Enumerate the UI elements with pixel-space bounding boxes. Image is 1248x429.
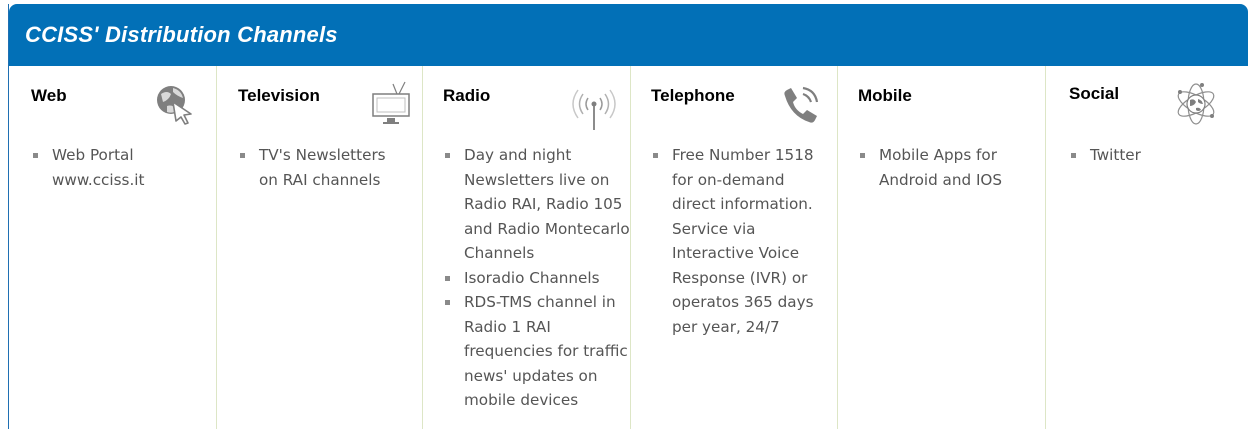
list-item: RDS-TMS channel in Radio 1 RAI frequenci… — [445, 290, 633, 413]
channel-title: Telephone — [651, 86, 735, 105]
bullet-list: TV's Newsletters on RAI channels — [240, 143, 405, 192]
tv-icon — [372, 81, 410, 124]
channel-social: Social Twitter — [1046, 66, 1248, 429]
channel-title: Social — [1069, 84, 1120, 103]
list-item: Twitter — [1071, 143, 1221, 168]
channel-telephone: Telephone Free Number 1518 for on-demand… — [631, 66, 838, 429]
channel-title: Radio — [443, 86, 491, 105]
list-item: Day and night Newsletters live on Radio … — [445, 143, 633, 266]
phone-icon — [784, 86, 819, 123]
channel-radio: Radio Day and night Newsletters live on … — [423, 66, 631, 429]
channel-title: Web — [31, 86, 67, 105]
channel-title: Television — [238, 86, 320, 105]
channels-panel: CCISS' Distribution Channels Web Web Por… — [8, 4, 1248, 429]
list-item: Free Number 1518 for on-demand direct in… — [653, 143, 831, 339]
bullet-list: Day and night Newsletters live on Radio … — [445, 143, 633, 413]
channel-title: Mobile — [858, 86, 912, 105]
list-item: Web Portal www.cciss.it — [33, 143, 193, 192]
bullet-list: Twitter — [1071, 143, 1221, 168]
bullet-list: Mobile Apps for Android and IOS — [860, 143, 1040, 192]
panel-title: CCISS' Distribution Channels — [25, 22, 338, 47]
channels-grid: Web Web Portal www.cciss.it Television T… — [9, 66, 1248, 429]
channel-mobile: Mobile Mobile Apps for Android and IOS — [838, 66, 1046, 429]
bullet-list: Web Portal www.cciss.it — [33, 143, 193, 192]
list-item: TV's Newsletters on RAI channels — [240, 143, 405, 192]
bullet-list: Free Number 1518 for on-demand direct in… — [653, 143, 831, 339]
panel-header: CCISS' Distribution Channels — [9, 4, 1248, 66]
channel-television: Television TV's Newsletters on RAI chann… — [217, 66, 423, 429]
radio-antenna-icon — [572, 89, 616, 130]
globe-cursor-icon — [157, 86, 192, 125]
channel-web: Web Web Portal www.cciss.it — [9, 66, 217, 429]
list-item: Mobile Apps for Android and IOS — [860, 143, 1040, 192]
atom-globe-icon — [1177, 83, 1215, 125]
list-item: Isoradio Channels — [445, 266, 633, 291]
